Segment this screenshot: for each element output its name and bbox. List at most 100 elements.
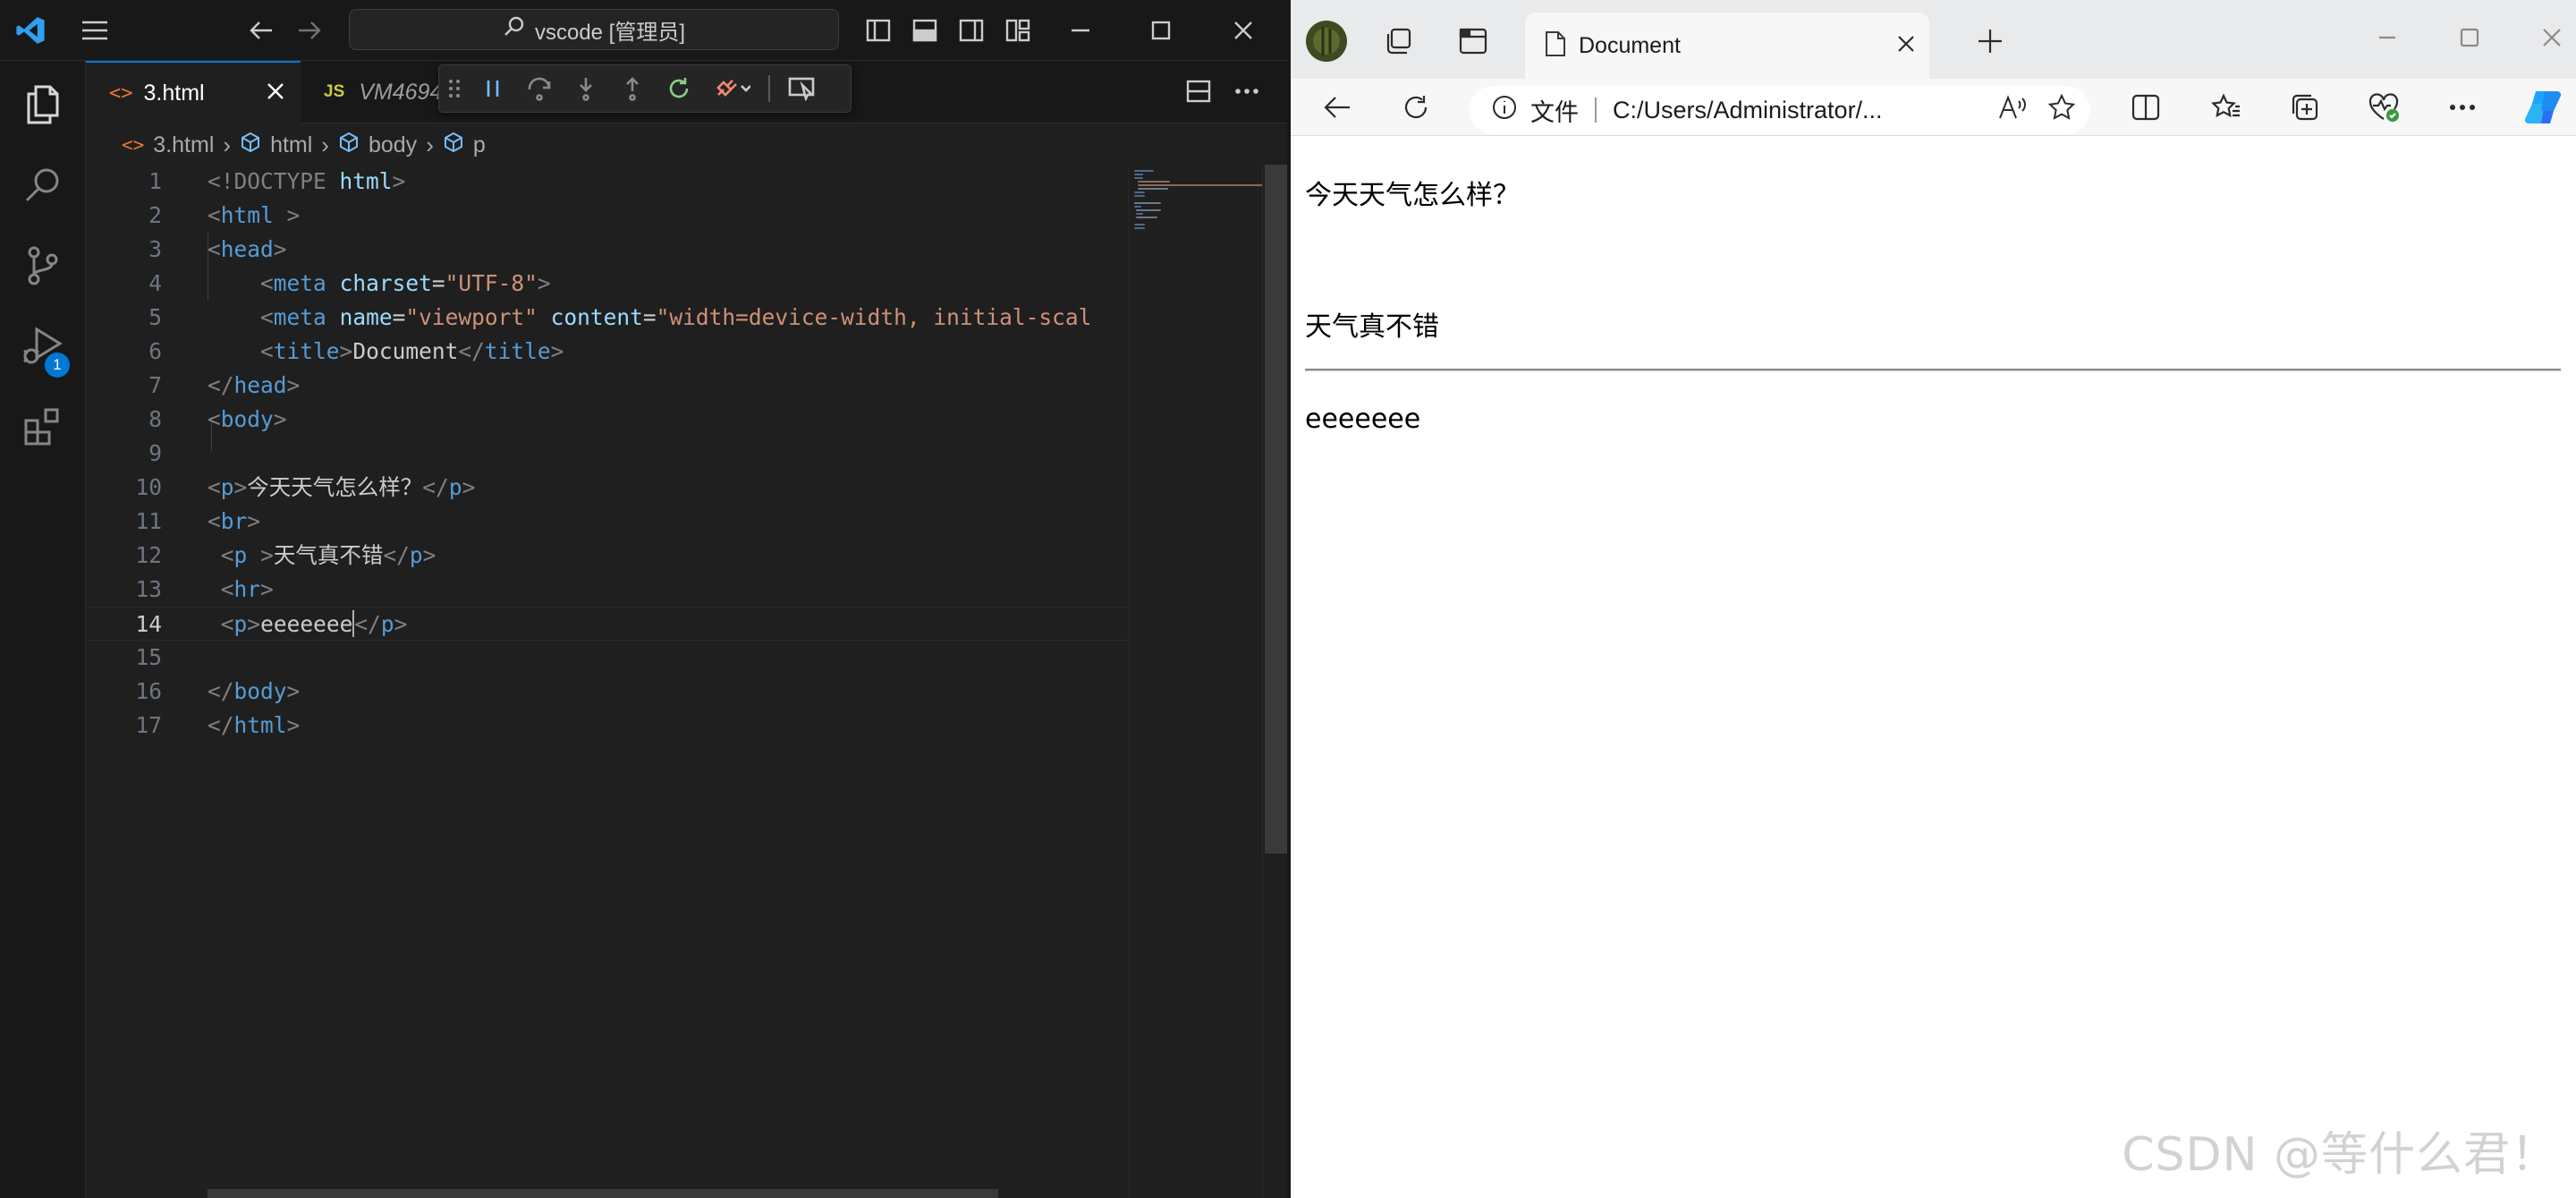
collections-icon[interactable] — [2287, 89, 2323, 125]
step-out-icon[interactable] — [609, 65, 656, 112]
line-number: 8 — [148, 406, 162, 432]
breadcrumb-html[interactable]: html — [270, 132, 312, 158]
search-icon[interactable] — [0, 145, 86, 225]
attr-token: content — [550, 304, 643, 330]
line-number: 5 — [148, 304, 162, 330]
close-tab-icon[interactable] — [267, 81, 284, 106]
menu-icon[interactable] — [77, 13, 113, 48]
code-line: 7 </head> — [86, 369, 1128, 403]
split-editor-icon[interactable] — [1182, 75, 1215, 107]
html-file-icon: <> — [122, 134, 145, 156]
browser-tab-strip: Document — [1291, 0, 2576, 79]
more-actions-icon[interactable] — [1231, 75, 1263, 107]
favorites-icon[interactable] — [2208, 89, 2244, 125]
profile-avatar[interactable] — [1305, 20, 1348, 63]
workspaces-icon[interactable] — [1380, 23, 1416, 59]
breadcrumb-separator: › — [223, 131, 232, 158]
breadcrumb-body[interactable]: body — [369, 132, 417, 158]
extensions-icon[interactable] — [0, 387, 86, 467]
line-number: 9 — [148, 440, 162, 466]
back-arrow-icon[interactable] — [1319, 89, 1355, 125]
line-number: 14 — [135, 611, 162, 637]
line-number: 3 — [148, 236, 162, 262]
code-line: 3 <head> — [86, 233, 1128, 267]
paragraph-3: eeeeeee — [1305, 404, 1421, 435]
breadcrumb-p[interactable]: p — [473, 132, 486, 158]
run-and-debug-icon[interactable]: 1 — [0, 306, 86, 387]
toggle-secondary-sidebar-icon[interactable] — [955, 14, 987, 47]
toolbar-separator — [768, 75, 770, 102]
tab-actions-icon[interactable] — [1455, 23, 1491, 59]
browser-tab-document[interactable]: Document — [1525, 13, 1929, 79]
tag-token: p — [409, 542, 423, 568]
command-center-title: vscode [管理员] — [534, 20, 686, 45]
disconnect-icon[interactable] — [702, 65, 759, 112]
maximize-icon[interactable] — [1145, 14, 1177, 47]
copilot-icon[interactable] — [2521, 86, 2564, 129]
info-icon[interactable] — [1491, 94, 1518, 127]
text-token: 天气真不错 — [273, 542, 384, 568]
js-file-icon: JS — [324, 82, 345, 101]
refresh-icon[interactable] — [1398, 89, 1434, 125]
tag-token: html — [233, 712, 287, 738]
inspect-icon[interactable] — [779, 65, 826, 112]
source-control-icon[interactable] — [0, 225, 86, 306]
maximize-icon[interactable] — [2452, 20, 2487, 55]
explorer-icon[interactable] — [0, 64, 86, 145]
line-number: 7 — [148, 372, 162, 398]
step-over-icon[interactable] — [516, 65, 563, 112]
attr-token: charset — [339, 270, 432, 296]
close-window-icon[interactable] — [2534, 20, 2570, 55]
code-line: 6 <title>Document</title> — [86, 335, 1128, 369]
forward-arrow-icon[interactable] — [293, 14, 326, 47]
toggle-panel-icon[interactable] — [909, 14, 941, 47]
new-tab-icon[interactable] — [1972, 23, 2008, 59]
code-line: 5 <meta name="viewport" content="width=d… — [86, 301, 1128, 335]
split-screen-icon[interactable] — [2128, 89, 2164, 125]
browser-essentials-icon[interactable] — [2366, 89, 2402, 125]
title-bar: vscode [管理员] — [0, 0, 1287, 61]
address-bar[interactable]: 文件 C:/Users/Administrator/... — [1470, 86, 2090, 134]
line-number: 17 — [135, 712, 162, 738]
tag-token: title — [484, 338, 551, 364]
string-token: "viewport" — [405, 304, 538, 330]
cube-icon — [443, 132, 464, 159]
tag-token: meta — [273, 270, 326, 296]
pause-icon[interactable] — [470, 65, 516, 112]
line-number: 4 — [148, 270, 162, 296]
horizontal-scrollbar-thumb[interactable] — [208, 1189, 998, 1198]
step-into-icon[interactable] — [563, 65, 609, 112]
line-number: 11 — [135, 508, 162, 534]
tag-token: p — [233, 611, 248, 637]
minimize-icon[interactable] — [1064, 14, 1097, 47]
vertical-scrollbar[interactable] — [1262, 165, 1287, 1198]
favorite-star-icon[interactable] — [2047, 93, 2076, 128]
minimap[interactable] — [1128, 165, 1263, 1198]
text-token: eeeeeee — [260, 611, 353, 637]
line-number: 2 — [148, 202, 162, 228]
settings-more-icon[interactable] — [2445, 89, 2480, 125]
drag-handle-icon[interactable] — [439, 65, 470, 112]
close-tab-icon[interactable] — [1897, 35, 1915, 57]
minimize-icon[interactable] — [2369, 20, 2405, 55]
command-center[interactable]: vscode [管理员] — [349, 9, 839, 50]
code-line: 9 — [86, 437, 1128, 471]
scrollbar-thumb[interactable] — [1265, 165, 1287, 854]
tag-token: p — [448, 474, 462, 500]
close-icon[interactable] — [1227, 14, 1259, 47]
line-number: 15 — [135, 644, 162, 670]
restart-icon[interactable] — [656, 65, 702, 112]
address-url: C:/Users/Administrator/... — [1613, 96, 1883, 123]
tag-token: title — [273, 338, 340, 364]
customize-layout-icon[interactable] — [1002, 14, 1034, 47]
toggle-primary-sidebar-icon[interactable] — [862, 14, 894, 47]
code-line: 10 <p>今天天气怎么样？</p> — [86, 471, 1128, 505]
code-editor[interactable]: 1 <!DOCTYPE html> 2 <html > 3 <head> 4 <… — [86, 165, 1128, 1198]
breadcrumb-file[interactable]: 3.html — [153, 132, 214, 158]
back-arrow-icon[interactable] — [245, 14, 277, 47]
code-line: 15 — [86, 641, 1128, 675]
tag-token: p — [233, 542, 248, 568]
read-aloud-icon[interactable] — [1997, 94, 2028, 127]
line-number: 10 — [135, 474, 162, 500]
tab-3-html[interactable]: <> 3.html — [86, 61, 301, 123]
